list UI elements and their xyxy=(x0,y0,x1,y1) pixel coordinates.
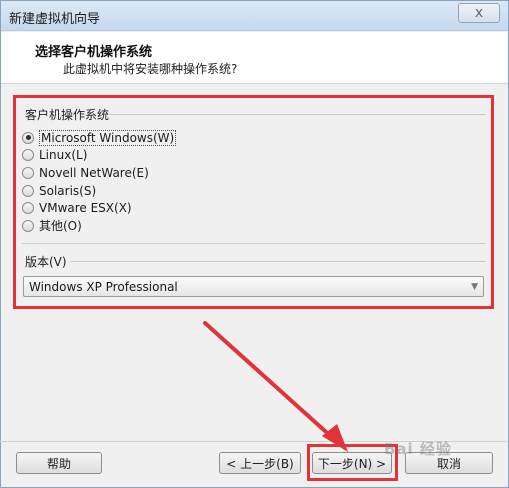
watermark-logo: Bai 经验 xyxy=(384,440,452,458)
annotation-arrow-icon xyxy=(203,321,348,452)
